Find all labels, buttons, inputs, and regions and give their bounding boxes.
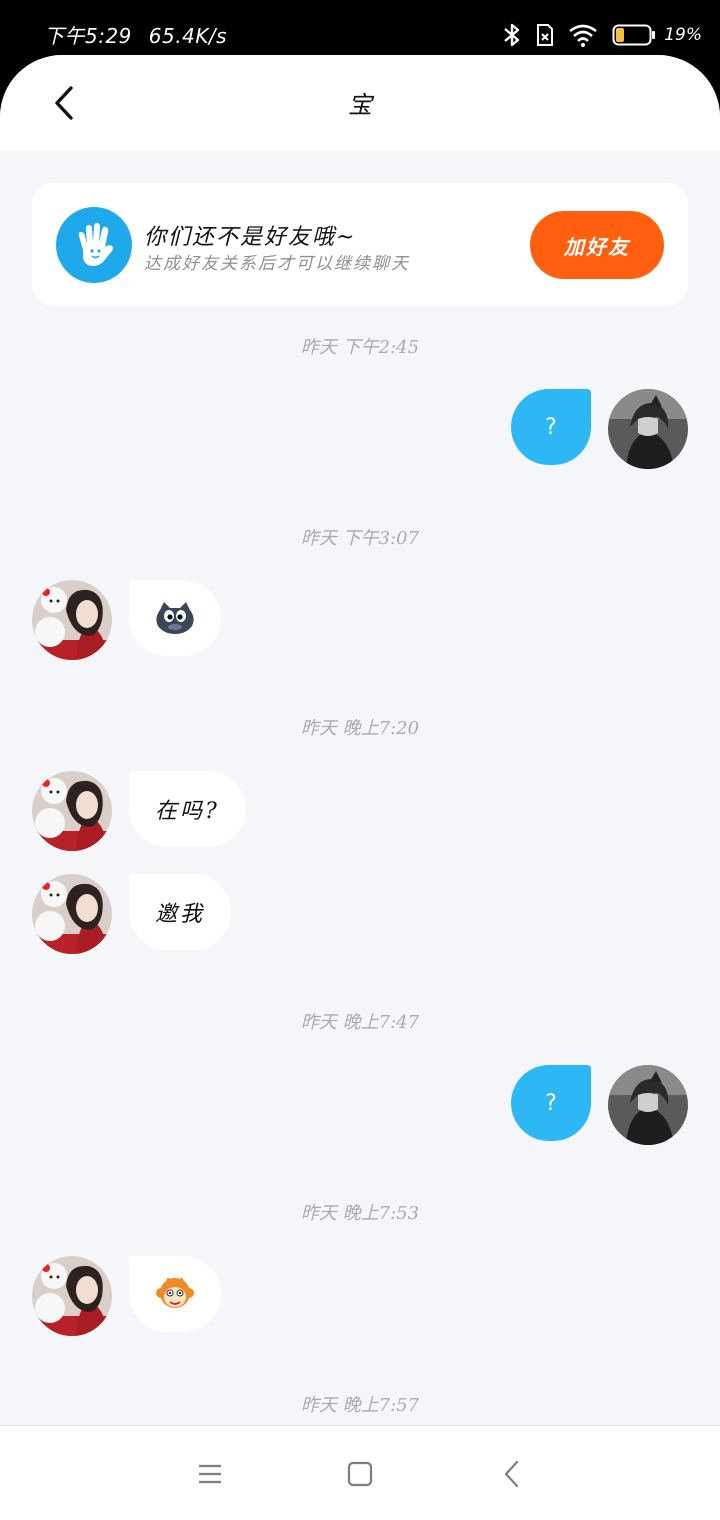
not-friends-subtitle: 达成好友关系后才可以继续聊天 xyxy=(144,254,410,274)
chat-screen: 宝 你们还不是好友哦~ 达成好友关系后才可以继续聊天 加好友 昨天 下午2:45… xyxy=(0,55,720,1520)
outgoing-message-bubble[interactable]: ? xyxy=(511,389,591,465)
back-arrow-icon xyxy=(504,1460,519,1488)
my-avatar-image xyxy=(608,1065,688,1145)
message-timestamp: 昨天 晚上7:47 xyxy=(300,1012,420,1033)
contact-avatar[interactable] xyxy=(32,580,112,660)
my-avatar-image xyxy=(608,389,688,469)
status-net-speed: 65.4K/s xyxy=(148,24,228,48)
system-back-button[interactable] xyxy=(492,1456,532,1492)
menu-icon xyxy=(199,1464,221,1484)
home-button[interactable] xyxy=(340,1456,380,1492)
battery-percentage: 19% xyxy=(664,25,702,45)
monkey-emoji xyxy=(156,1277,194,1308)
sticker-emoji xyxy=(156,602,194,634)
contact-avatar-image xyxy=(32,1256,112,1336)
my-avatar[interactable] xyxy=(608,389,688,469)
status-left: 下午5:29 65.4K/s xyxy=(44,20,227,49)
incoming-sticker-bubble[interactable] xyxy=(129,580,221,656)
contact-avatar-image xyxy=(32,580,112,660)
incoming-message-bubble[interactable]: 邀我 xyxy=(129,874,232,950)
message-timestamp: 昨天 晚上7:57 xyxy=(300,1395,420,1416)
battery-icon xyxy=(612,23,656,47)
status-time: 下午5:29 xyxy=(44,24,132,48)
message-timestamp: 昨天 晚上7:20 xyxy=(300,718,420,739)
incoming-sticker-bubble[interactable] xyxy=(129,1256,221,1332)
contact-avatar-image xyxy=(32,874,112,954)
contact-avatar[interactable] xyxy=(32,1256,112,1336)
message-timestamp: 昨天 下午3:07 xyxy=(300,528,420,549)
wifi-icon xyxy=(568,23,598,47)
hand-wave-icon xyxy=(56,207,132,283)
contact-avatar-image xyxy=(32,771,112,851)
recent-apps-button[interactable] xyxy=(190,1456,230,1492)
system-nav-bar xyxy=(0,1425,720,1520)
status-right: 19% xyxy=(502,18,702,52)
my-avatar[interactable] xyxy=(608,1065,688,1145)
chat-header: 宝 xyxy=(0,55,720,151)
sim-card-icon xyxy=(536,23,554,47)
not-friends-card: 你们还不是好友哦~ 达成好友关系后才可以继续聊天 加好友 xyxy=(32,183,688,306)
not-friends-title: 你们还不是好友哦~ xyxy=(144,225,357,250)
contact-avatar[interactable] xyxy=(32,771,112,851)
bluetooth-icon xyxy=(502,22,522,48)
message-timestamp: 昨天 晚上7:53 xyxy=(300,1203,420,1224)
outgoing-message-bubble[interactable]: ? xyxy=(511,1065,591,1141)
home-square-icon xyxy=(347,1461,373,1487)
chat-title: 宝 xyxy=(348,91,372,119)
message-timestamp: 昨天 下午2:45 xyxy=(300,337,420,358)
incoming-message-bubble[interactable]: 在吗? xyxy=(129,771,246,847)
add-friend-button[interactable]: 加好友 xyxy=(530,211,664,279)
contact-avatar[interactable] xyxy=(32,874,112,954)
